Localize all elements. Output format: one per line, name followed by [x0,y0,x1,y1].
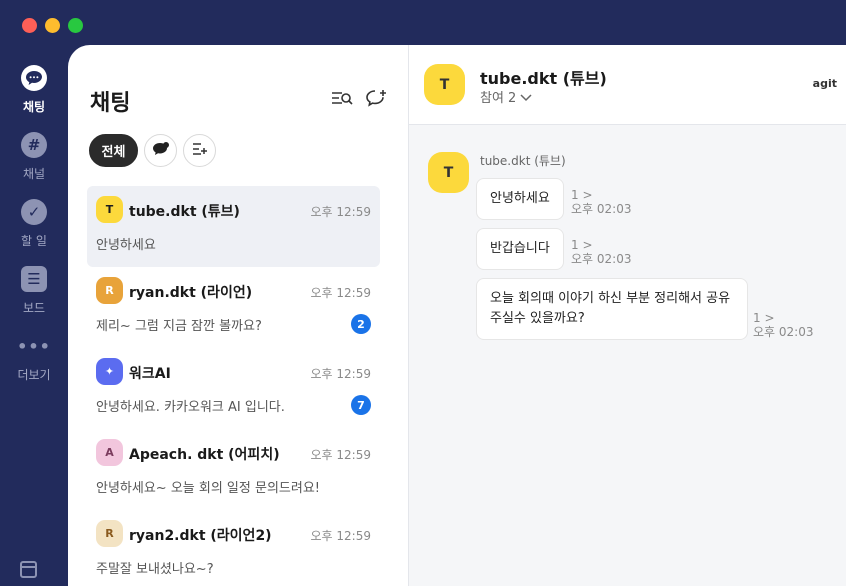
chat-bubble-icon [21,65,47,91]
window-controls [22,18,83,33]
chat-list-panel: 채팅 전체 T tube.dkt (튜브) 오후 12:59 안녕하세요 R r… [68,45,408,586]
avatar: R [96,277,123,304]
read-count[interactable]: 1 > [571,238,631,252]
avatar: R [96,520,123,547]
read-count[interactable]: 1 > [753,311,813,325]
message-bubble[interactable]: 오늘 회의때 이야기 하신 부분 정리해서 공유 주실수 있을까요? [476,278,748,340]
conversation-header: T tube.dkt (튜브) 참여 2 agit [409,45,846,125]
message-meta: 1 > 오후 02:03 [571,238,631,266]
chat-list-item[interactable]: ✦ 워크AI 오후 12:59 안녕하세요. 카카오워크 AI 입니다. 7 [87,348,380,429]
nav-item-label: 더보기 [17,368,51,382]
chat-list-item[interactable]: T tube.dkt (튜브) 오후 12:59 안녕하세요 [87,186,380,267]
chat-list-item[interactable]: A Apeach. dkt (어피치) 오후 12:59 안녕하세요~ 오늘 회… [87,429,380,510]
chat-filters: 전체 [89,134,216,167]
message-text-line: 주실수 있을까요? [490,311,585,326]
board-icon: ☰ [21,266,47,292]
chat-list-item[interactable]: R ryan.dkt (라이언) 오후 12:59 제리~ 그럼 지금 잠깐 볼… [87,267,380,348]
nav-item-board[interactable]: ☰ 보드 [0,261,68,328]
filter-all-button[interactable]: 전체 [89,134,138,167]
message-bubble[interactable]: 안녕하세요 [476,178,564,220]
nav-item-label: 보드 [22,301,46,315]
avatar: T [96,196,123,223]
group-chat-icon [152,141,170,161]
nav-item-more[interactable]: ••• 더보기 [0,328,68,395]
agit-logo[interactable]: agit [813,77,837,90]
message-text-line: 오늘 회의때 이야기 하신 부분 정리해서 공유 [490,291,731,306]
chat-preview: 안녕하세요 [96,238,156,253]
chat-time: 오후 12:59 [310,448,371,462]
filter-settings-button[interactable] [183,134,216,167]
chat-time: 오후 12:59 [310,286,371,300]
page-title: 채팅 [90,91,131,116]
chat-preview: 주말잘 보내셨나요~? [96,562,214,577]
unread-badge: 2 [351,314,371,334]
chat-time: 오후 12:59 [310,205,371,219]
check-icon: ✓ [21,199,47,225]
nav-item-label: 할 일 [21,234,47,248]
chat-name: ryan.dkt (라이언) [129,285,253,301]
nav-item-label: 채팅 [22,100,46,114]
chat-preview: 안녕하세요~ 오늘 회의 일정 문의드려요! [96,481,320,496]
hash-icon: # [21,132,47,158]
left-nav-rail: 채팅 # 채널 ✓ 할 일 ☰ 보드 ••• 더보기 [0,60,68,395]
nav-item-channel[interactable]: # 채널 [0,127,68,194]
maximize-window-button[interactable] [68,18,83,33]
unread-badge: 7 [351,395,371,415]
new-chat-icon[interactable] [364,87,388,111]
chat-name: ryan2.dkt (라이언2) [129,528,272,544]
chat-preview: 제리~ 그럼 지금 잠깐 볼까요? [96,319,262,334]
chat-list: T tube.dkt (튜브) 오후 12:59 안녕하세요 R ryan.dk… [87,186,380,586]
avatar: ✦ [96,358,123,385]
chat-time: 오후 12:59 [310,529,371,543]
minimize-window-button[interactable] [45,18,60,33]
more-icon: ••• [17,336,51,356]
avatar: A [96,439,123,466]
read-count[interactable]: 1 > [571,188,631,202]
list-add-icon [192,142,208,160]
chevron-down-icon [520,91,532,106]
message-time: 오후 02:03 [753,325,814,339]
chat-time: 오후 12:59 [310,367,371,381]
close-window-button[interactable] [22,18,37,33]
chat-name: tube.dkt (튜브) [129,204,240,220]
participants-label: 참여 2 [480,91,517,106]
participants-dropdown[interactable]: 참여 2 [480,87,532,106]
conversation-title: tube.dkt (튜브) [480,69,607,88]
message-meta: 1 > 오후 02:03 [753,311,813,339]
avatar: T [424,64,465,105]
message-meta: 1 > 오후 02:03 [571,188,631,216]
calendar-icon[interactable] [20,561,37,578]
search-list-icon[interactable] [330,87,354,111]
chat-name: 워크AI [129,366,171,382]
avatar: T [428,152,469,193]
chat-name: Apeach. dkt (어피치) [129,447,280,463]
chat-list-item[interactable]: R ryan2.dkt (라이언2) 오후 12:59 주말잘 보내셨나요~? [87,510,380,586]
nav-item-chat[interactable]: 채팅 [0,60,68,127]
message-sender: tube.dkt (튜브) [480,154,566,168]
filter-group-chat-button[interactable] [144,134,177,167]
message-time: 오후 02:03 [571,202,632,216]
nav-item-todo[interactable]: ✓ 할 일 [0,194,68,261]
nav-item-label: 채널 [22,167,46,181]
conversation-panel: T tube.dkt (튜브) 참여 2 agit T tube.dkt (튜브… [408,45,846,586]
chat-preview: 안녕하세요. 카카오워크 AI 입니다. [96,400,285,415]
message-time: 오후 02:03 [571,252,632,266]
message-bubble[interactable]: 반갑습니다 [476,228,564,270]
